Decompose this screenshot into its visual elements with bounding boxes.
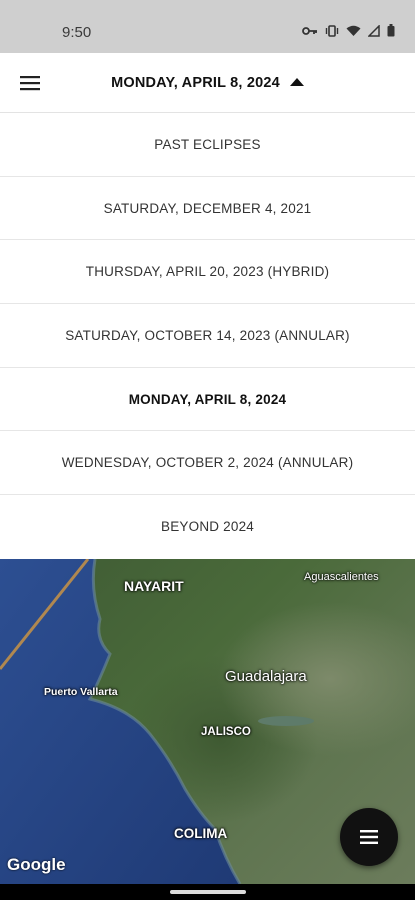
dropdown-item-label: PAST ECLIPSES <box>154 136 261 152</box>
battery-icon <box>387 24 395 37</box>
system-nav-bar <box>0 884 415 900</box>
dropdown-item-apr-2023[interactable]: THURSDAY, APRIL 20, 2023 (HYBRID) <box>0 240 415 305</box>
selected-eclipse-title: MONDAY, APRIL 8, 2024 <box>111 75 280 91</box>
signal-icon <box>368 24 380 37</box>
dropdown-item-oct-2023[interactable]: SATURDAY, OCTOBER 14, 2023 (ANNULAR) <box>0 304 415 368</box>
status-bar: 9:50 <box>0 0 415 53</box>
google-logo: Google <box>7 855 66 874</box>
eclipse-dropdown-menu: PAST ECLIPSES SATURDAY, DECEMBER 4, 2021… <box>0 113 415 559</box>
dropdown-item-label: SATURDAY, DECEMBER 4, 2021 <box>103 200 312 216</box>
eclipse-date-selector[interactable]: MONDAY, APRIL 8, 2024 <box>0 74 415 91</box>
dropdown-item-label: THURSDAY, APRIL 20, 2023 (HYBRID) <box>85 264 330 280</box>
status-time: 9:50 <box>62 24 92 41</box>
vibrate-icon <box>325 24 339 37</box>
wifi-icon <box>346 25 361 37</box>
dropdown-item-oct-2024[interactable]: WEDNESDAY, OCTOBER 2, 2024 (ANNULAR) <box>0 431 415 496</box>
status-icons <box>302 24 395 37</box>
dropdown-item-label: BEYOND 2024 <box>161 519 254 535</box>
dropdown-item-beyond-2024[interactable]: BEYOND 2024 <box>0 495 415 559</box>
map-label-nayarit: NAYARIT <box>124 578 184 594</box>
map-label-jalisco: JALISCO <box>201 726 251 738</box>
key-icon <box>302 25 318 37</box>
gesture-handle[interactable] <box>170 890 246 894</box>
dropdown-item-label: SATURDAY, OCTOBER 14, 2023 (ANNULAR) <box>65 327 350 343</box>
dropdown-item-dec-2021[interactable]: SATURDAY, DECEMBER 4, 2021 <box>0 177 415 241</box>
dropdown-item-apr-2024[interactable]: MONDAY, APRIL 8, 2024 <box>0 368 415 432</box>
map-label-colima: COLIMA <box>174 826 228 841</box>
caret-up-icon <box>289 74 304 90</box>
map-label-aguascalientes: Aguascalientes <box>304 571 379 583</box>
lake-chapala <box>258 716 314 726</box>
map-label-puerto-vallarta: Puerto Vallarta <box>44 686 118 698</box>
app-bar: MONDAY, APRIL 8, 2024 <box>0 53 415 113</box>
list-menu-icon <box>360 830 378 844</box>
dropdown-item-label: MONDAY, APRIL 8, 2024 <box>128 391 287 407</box>
dropdown-item-label: WEDNESDAY, OCTOBER 2, 2024 (ANNULAR) <box>61 455 354 471</box>
map-list-fab-button[interactable] <box>340 808 398 866</box>
map-label-guadalajara: Guadalajara <box>225 668 307 685</box>
dropdown-item-past-eclipses[interactable]: PAST ECLIPSES <box>0 113 415 177</box>
